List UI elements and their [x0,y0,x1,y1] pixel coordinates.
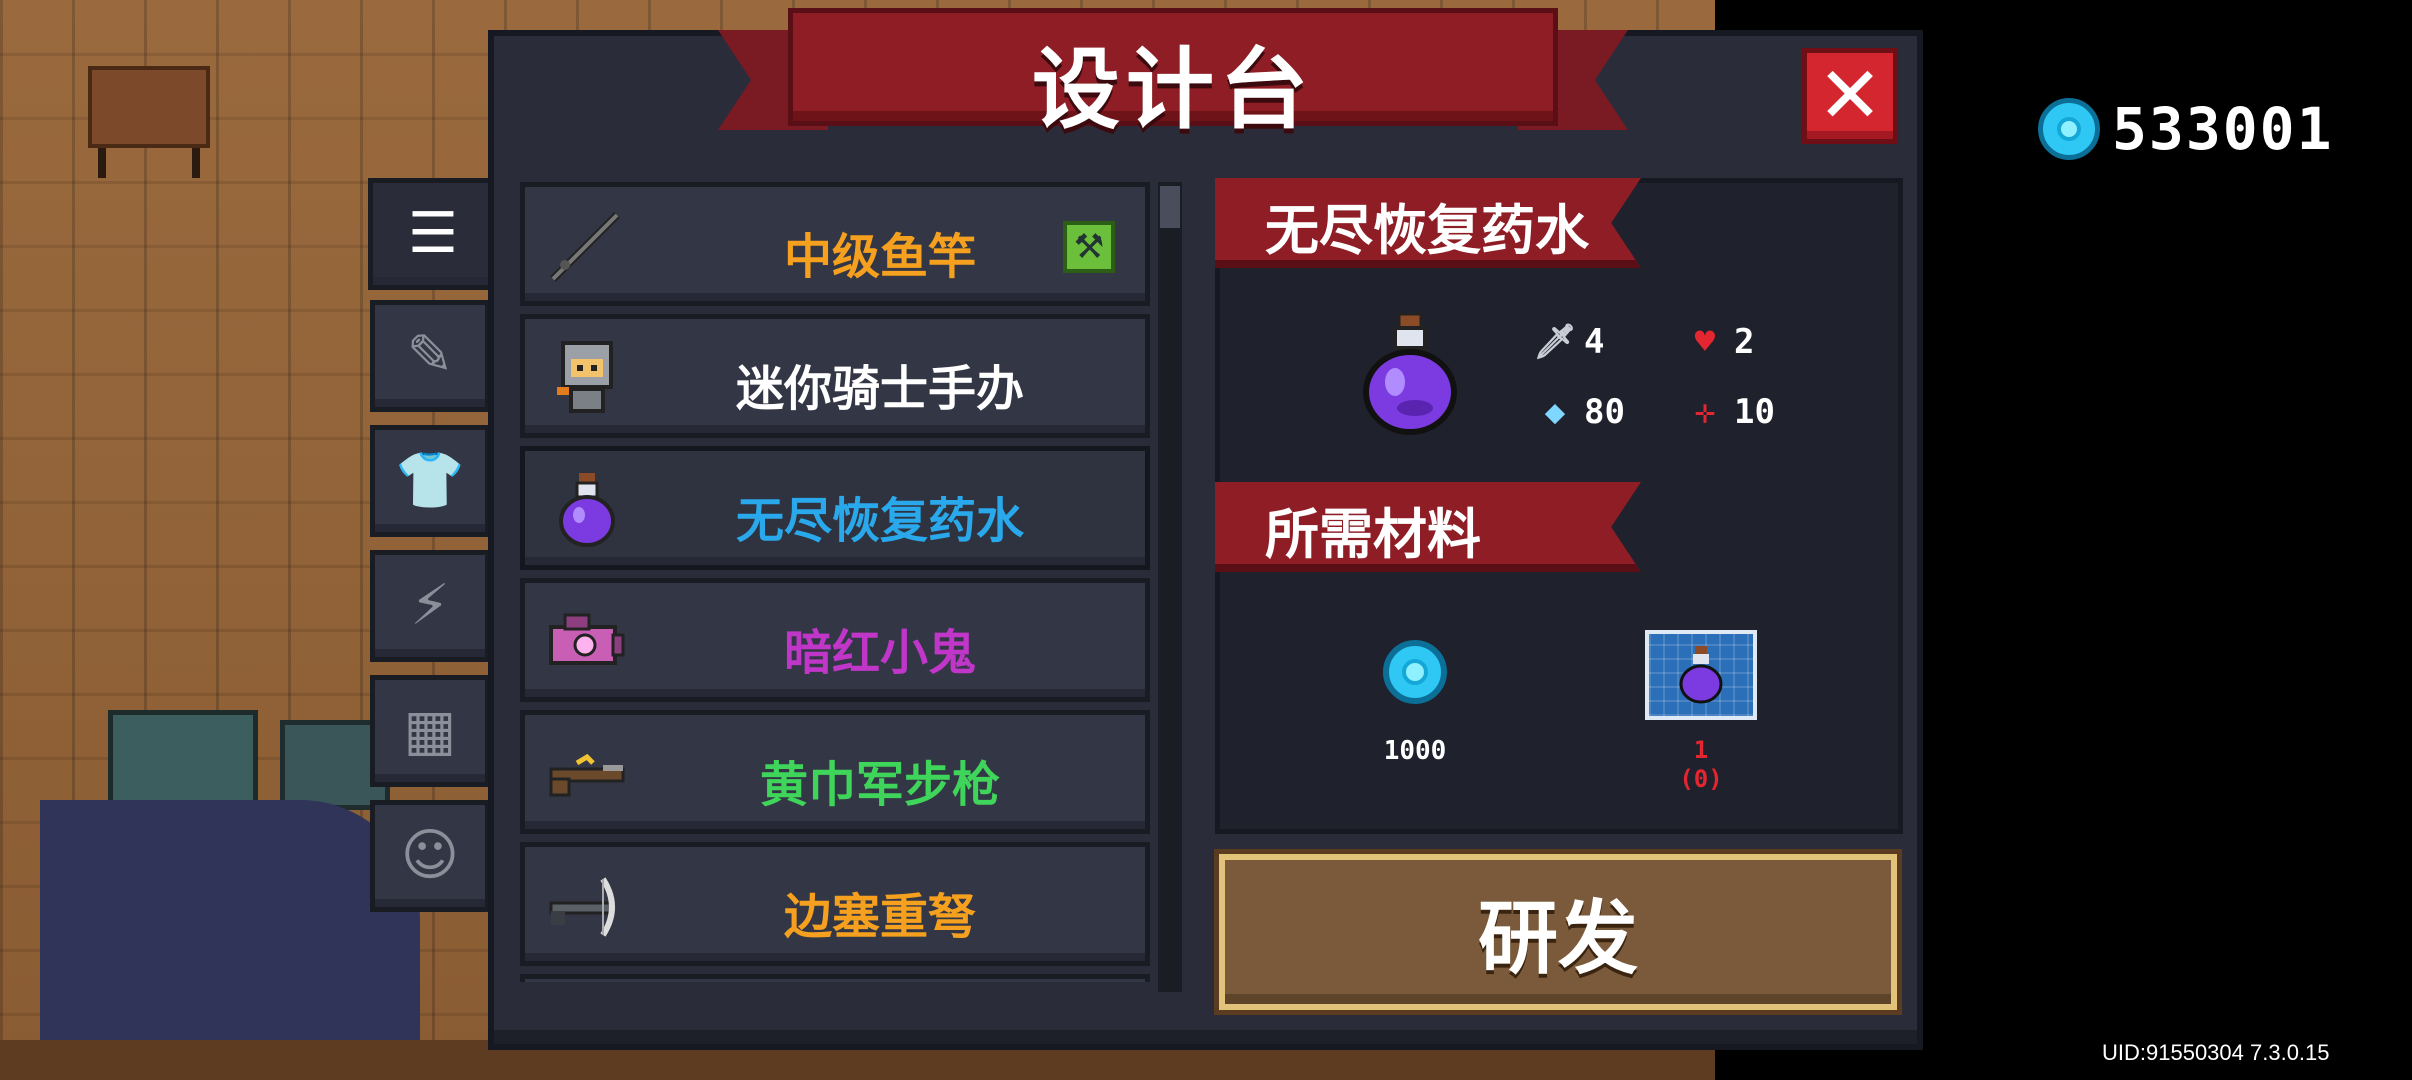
item-title: 无尽恢复药水 [1265,199,1589,262]
material-icon: ▦ [403,698,457,763]
develop-button[interactable]: 研发 [1219,854,1897,1010]
weapon-icon: ✎ [406,323,454,388]
currency-display: 533001 [2038,95,2334,163]
material-blueprint-required: 1 [1693,736,1709,764]
rifle-icon [547,733,627,813]
recipe-list[interactable]: 中级鱼竿 ⚒ 迷你骑士手办 无尽恢复药水 暗红小鬼 黄巾军步枪 边塞重弩 [520,182,1150,982]
stat-crit-value: 10 [1734,392,1775,432]
tab-weapons[interactable]: ✎ [370,300,490,412]
sword-icon: 🗡 [1533,322,1577,362]
tab-all[interactable]: ☰ [368,178,493,290]
list-item[interactable]: 中级鱼竿 ⚒ [520,182,1150,306]
list-icon: ☰ [407,201,459,266]
armor-icon: 👕 [395,448,465,513]
fishing-rod-icon [547,205,627,285]
item-name: 黄巾军步枪 [759,757,1000,813]
pickaxe-icon: ⚒ [1063,221,1115,273]
item-name: 无尽恢复药水 [735,493,1024,549]
tab-materials[interactable]: ▦ [370,675,490,787]
material-blueprint-count: 1 (0) [1645,736,1757,794]
materials-title: 所需材料 [1265,503,1481,566]
stat-attack-value: 4 [1584,322,1605,362]
list-item[interactable]: 暗红小鬼 [520,578,1150,702]
crosshair-icon: ✛ [1694,392,1716,432]
stat-health: ♥ 2 [1688,322,1755,362]
currency-value: 533001 [2112,95,2334,163]
list-item[interactable]: 黄巾军步枪 [520,710,1150,834]
heart-icon: ♥ [1694,322,1716,362]
blueprint-potion-icon[interactable] [1645,630,1757,720]
stat-health-value: 2 [1734,322,1755,362]
item-name: 迷你骑士手办 [735,361,1024,417]
uid-label: UID:91550304 7.3.0.15 [2102,1040,2330,1065]
knight-figure-icon [547,337,627,417]
list-item-selected[interactable]: 无尽恢复药水 [520,446,1150,570]
gem-icon [2038,98,2100,160]
material-blueprint-owned: (0) [1679,764,1723,793]
close-button[interactable]: ✕ [1802,48,1898,144]
stat-crit: ✛ 10 [1688,392,1775,432]
camera-gun-icon [547,601,627,681]
pet-icon: ☺ [400,823,460,888]
diamond-icon: ◆ [1544,392,1566,432]
item-name: 暗红小鬼 [783,625,976,681]
material-gem-count: 1000 [1383,736,1447,766]
stat-energy-value: 80 [1584,392,1625,432]
tab-skills[interactable]: ⚡ [370,550,490,662]
list-item[interactable]: 边塞重弩 [520,842,1150,966]
rock-pile [40,800,420,1080]
gem-icon [1383,640,1447,704]
develop-button-label: 研发 [1478,892,1638,985]
scroll-thumb[interactable] [1160,186,1180,228]
lightning-icon: ⚡ [410,573,450,638]
stat-energy: ◆ 80 [1538,392,1625,432]
potion-icon [1355,310,1465,440]
title-banner: 设计台 [718,0,1628,150]
item-title-ribbon: 无尽恢复药水 [1215,178,1641,268]
stat-attack: 🗡 4 [1533,322,1605,362]
list-item-partial[interactable] [520,974,1150,982]
list-scrollbar[interactable] [1158,182,1182,992]
item-name: 中级鱼竿 [783,229,976,285]
crossbow-icon [547,865,627,945]
tab-pets[interactable]: ☺ [370,800,490,912]
list-item[interactable]: 迷你骑士手办 [520,314,1150,438]
wooden-table [88,66,210,178]
tab-armor[interactable]: 👕 [370,425,490,537]
materials-ribbon: 所需材料 [1215,482,1641,572]
close-icon: ✕ [1817,51,1883,141]
item-name: 边塞重弩 [783,889,976,945]
page-title: 设计台 [1031,38,1314,141]
potion-icon [547,469,627,549]
